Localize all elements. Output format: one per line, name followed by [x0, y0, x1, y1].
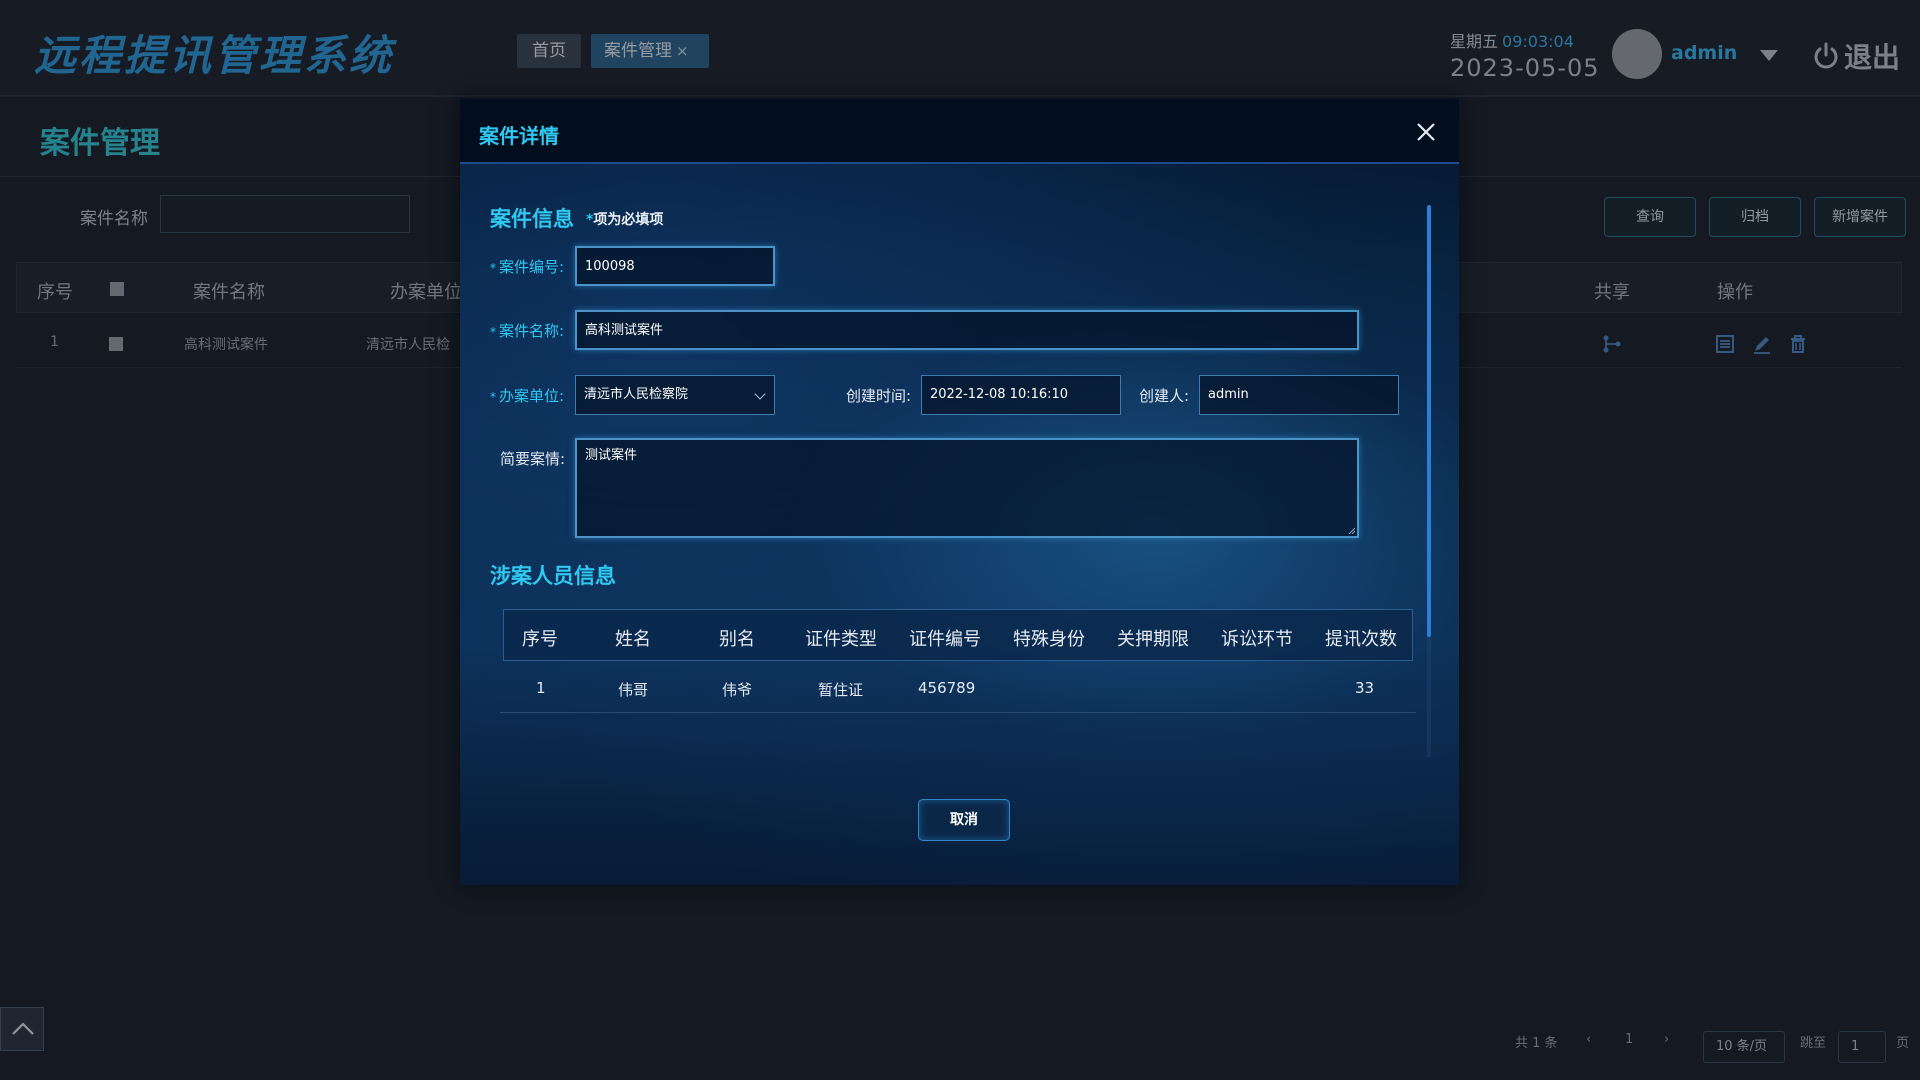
case-no-label: * 案件编号: — [490, 258, 565, 276]
summary-textarea[interactable]: 测试案件 — [575, 438, 1359, 538]
pcol-index: 序号 — [522, 629, 558, 650]
unit-label: * 办案单位: — [490, 387, 565, 405]
dialog-title: 案件详情 — [479, 124, 559, 148]
person-id-type: 暂住证 — [818, 681, 864, 699]
case-no-field[interactable]: 100098 — [575, 246, 775, 286]
person-id-no: 456789 — [918, 679, 976, 697]
pcol-id-no: 证件编号 — [909, 629, 981, 650]
pcol-special: 特殊身份 — [1013, 629, 1085, 650]
person-alias: 伟爷 — [722, 681, 753, 699]
summary-value: 测试案件 — [585, 448, 638, 463]
pcol-id-type: 证件类型 — [805, 629, 877, 650]
pcol-detention: 关押期限 — [1117, 629, 1189, 650]
person-name: 伟哥 — [618, 681, 649, 699]
pcol-name: 姓名 — [615, 629, 651, 650]
pcol-count: 提讯次数 — [1325, 629, 1397, 650]
table-row[interactable]: 1 伟哥 伟爷 暂住证 456789 33 — [500, 665, 1416, 713]
dialog-header: 案件详情 — [460, 99, 1459, 164]
pcol-stage: 诉讼环节 — [1221, 629, 1293, 650]
cancel-button[interactable]: 取消 — [918, 799, 1010, 841]
persons-section-title: 涉案人员信息 — [490, 564, 616, 588]
required-note: *项为必填项 — [586, 212, 664, 228]
case-name-label: * 案件名称: — [490, 322, 565, 340]
chevron-down-icon — [754, 388, 766, 400]
creator-label: 创建人: — [1139, 387, 1190, 405]
persons-table-header: 序号 姓名 别名 证件类型 证件编号 特殊身份 关押期限 诉讼环节 提讯次数 — [503, 609, 1413, 661]
person-index: 1 — [536, 679, 546, 697]
case-name-field[interactable]: 高科测试案件 — [575, 310, 1359, 350]
case-info-section-title: 案件信息 — [490, 207, 574, 231]
unit-select[interactable]: 清远市人民检察院 — [575, 375, 775, 415]
creator-field: admin — [1199, 375, 1399, 415]
resize-grip-icon[interactable] — [1347, 526, 1355, 534]
dialog-scrollbar-track — [1427, 637, 1431, 757]
close-icon[interactable] — [1415, 121, 1437, 143]
person-count: 33 — [1355, 679, 1375, 697]
case-detail-dialog: 案件详情 案件信息 *项为必填项 * 案件编号: 100098 * 案件名称: 高科… — [460, 99, 1459, 885]
dialog-scrollbar[interactable] — [1427, 205, 1431, 637]
pcol-alias: 别名 — [719, 629, 755, 650]
unit-select-value: 清远市人民检察院 — [584, 387, 689, 402]
created-time-field: 2022-12-08 10:16:10 — [921, 375, 1121, 415]
summary-label: 简要案情: — [500, 450, 566, 468]
created-time-label: 创建时间: — [846, 387, 912, 405]
